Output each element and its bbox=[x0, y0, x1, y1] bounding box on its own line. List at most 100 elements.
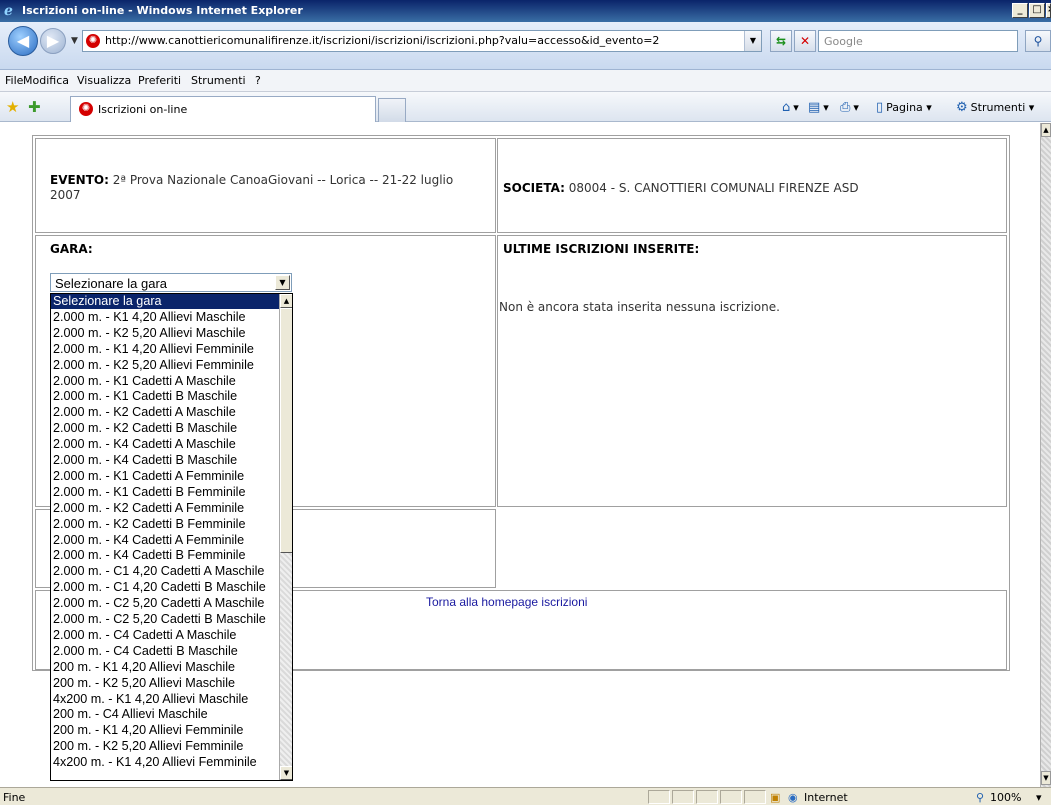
gara-option[interactable]: 2.000 m. - K4 Cadetti B Femminile bbox=[51, 548, 279, 563]
minimize-button[interactable]: _ bbox=[1012, 3, 1028, 18]
menu-preferiti[interactable]: Preferiti bbox=[138, 74, 181, 87]
gara-option[interactable]: 2.000 m. - C4 Cadetti A Maschile bbox=[51, 628, 279, 643]
menu-strumenti[interactable]: Strumenti bbox=[191, 74, 246, 87]
evento-cell: EVENTO: 2ª Prova Nazionale CanoaGiovani … bbox=[35, 138, 496, 233]
new-tab-button[interactable] bbox=[378, 98, 406, 122]
societa-label: SOCIETA: bbox=[503, 181, 565, 195]
zoom-icon[interactable]: ⚲ bbox=[976, 791, 984, 804]
gara-option[interactable]: 2.000 m. - C1 4,20 Cadetti B Maschile bbox=[51, 580, 279, 595]
page-scrollbar[interactable]: ▲ ▼ bbox=[1040, 123, 1051, 787]
site-favicon-icon: ✺ bbox=[86, 34, 100, 48]
gara-option[interactable]: 2.000 m. - K2 Cadetti B Maschile bbox=[51, 421, 279, 436]
chevron-down-icon[interactable]: ▼ bbox=[275, 275, 290, 290]
tools-menu[interactable]: ⚙ Strumenti ▾ bbox=[956, 100, 1034, 115]
forward-button[interactable]: ▶ bbox=[40, 28, 66, 54]
gara-option[interactable]: 200 m. - K1 4,20 Allievi Maschile bbox=[51, 660, 279, 675]
tab-iscrizioni[interactable]: ✺ Iscrizioni on-line bbox=[70, 96, 376, 122]
gara-option[interactable]: 2.000 m. - K4 Cadetti A Maschile bbox=[51, 437, 279, 452]
print-icon[interactable]: ⎙ ▾ bbox=[840, 100, 859, 115]
zone-label: Internet bbox=[804, 791, 848, 804]
societa-value: 08004 - S. CANOTTIERI COMUNALI FIRENZE A… bbox=[568, 181, 859, 195]
page-scroll-up-icon[interactable]: ▲ bbox=[1041, 123, 1051, 137]
home-icon[interactable]: ⌂ ▾ bbox=[782, 100, 799, 115]
ultime-label: ULTIME ISCRIZIONI INSERITE: bbox=[503, 242, 700, 256]
homepage-link[interactable]: Torna alla homepage iscrizioni bbox=[426, 595, 587, 609]
zoom-level[interactable]: 100% bbox=[990, 791, 1021, 804]
gara-option[interactable]: 2.000 m. - K1 Cadetti A Maschile bbox=[51, 374, 279, 389]
maximize-button[interactable]: □ bbox=[1029, 3, 1045, 18]
close-button[interactable]: × bbox=[1046, 3, 1051, 18]
address-dropdown-button[interactable]: ▼ bbox=[744, 31, 761, 51]
gara-option[interactable]: 200 m. - K1 4,20 Allievi Femminile bbox=[51, 723, 279, 738]
societa-cell: SOCIETA: 08004 - S. CANOTTIERI COMUNALI … bbox=[497, 138, 1007, 233]
title-bar: ℯ Iscrizioni on-line - Windows Internet … bbox=[0, 0, 1051, 22]
page-menu[interactable]: ▯ Pagina ▾ bbox=[876, 100, 932, 115]
zoom-dropdown-icon[interactable]: ▾ bbox=[1036, 791, 1042, 804]
protected-mode-icon[interactable]: ▣ bbox=[770, 791, 780, 804]
gara-option[interactable]: 2.000 m. - K1 4,20 Allievi Maschile bbox=[51, 310, 279, 325]
gara-option[interactable]: 2.000 m. - K1 Cadetti A Femminile bbox=[51, 469, 279, 484]
url-text: http://www.canottiericomunalifirenze.it/… bbox=[105, 34, 660, 47]
gara-select[interactable]: Selezionare la gara ▼ bbox=[50, 273, 292, 292]
evento-value: 2ª Prova Nazionale CanoaGiovani -- Loric… bbox=[50, 173, 454, 202]
scroll-up-icon[interactable]: ▲ bbox=[280, 294, 292, 308]
evento-label: EVENTO: bbox=[50, 173, 109, 187]
tab-favicon-icon: ✺ bbox=[79, 102, 93, 116]
dropdown-scrollbar[interactable]: ▲ ▼ bbox=[279, 294, 292, 780]
gara-option[interactable]: 2.000 m. - K1 Cadetti B Femminile bbox=[51, 485, 279, 500]
tools-menu-label: Strumenti bbox=[970, 101, 1026, 114]
scroll-down-icon[interactable]: ▼ bbox=[280, 766, 292, 780]
add-favorite-icon[interactable]: ✚ bbox=[28, 98, 41, 116]
status-pane bbox=[648, 790, 670, 804]
gara-option[interactable]: 2.000 m. - C1 4,20 Cadetti A Maschile bbox=[51, 564, 279, 579]
address-toolbar: ◀ ▶ ▼ ✺ http://www.canottiericomunalifir… bbox=[0, 22, 1051, 70]
favorites-star-icon[interactable]: ★ bbox=[6, 98, 19, 116]
ie-logo-icon: ℯ bbox=[4, 3, 13, 19]
gara-option[interactable]: 2.000 m. - K2 5,20 Allievi Femminile bbox=[51, 358, 279, 373]
menu-modifica[interactable]: Modifica bbox=[23, 74, 69, 87]
gara-option[interactable]: 2.000 m. - C4 Cadetti B Maschile bbox=[51, 644, 279, 659]
gara-option[interactable]: 200 m. - C4 Allievi Maschile bbox=[51, 707, 279, 722]
gara-option[interactable]: 2.000 m. - C2 5,20 Cadetti A Maschile bbox=[51, 596, 279, 611]
gara-option[interactable]: 2.000 m. - C2 5,20 Cadetti B Maschile bbox=[51, 612, 279, 627]
status-pane bbox=[720, 790, 742, 804]
gara-option[interactable]: 200 m. - K2 5,20 Allievi Maschile bbox=[51, 676, 279, 691]
ultime-empty-text: Non è ancora stata inserita nessuna iscr… bbox=[499, 300, 780, 314]
gara-option[interactable]: 2.000 m. - K4 Cadetti A Femminile bbox=[51, 533, 279, 548]
scroll-thumb[interactable] bbox=[280, 308, 292, 553]
back-button[interactable]: ◀ bbox=[8, 26, 38, 56]
gara-option[interactable]: 2.000 m. - K1 Cadetti B Maschile bbox=[51, 389, 279, 404]
gara-option[interactable]: 4x200 m. - K1 4,20 Allievi Femminile bbox=[51, 755, 279, 770]
internet-zone-icon: ◉ bbox=[788, 791, 798, 804]
ultime-cell: ULTIME ISCRIZIONI INSERITE: Non è ancora… bbox=[497, 235, 1007, 507]
address-field[interactable]: ✺ http://www.canottiericomunalifirenze.i… bbox=[82, 30, 762, 52]
page-scroll-down-icon[interactable]: ▼ bbox=[1041, 771, 1051, 785]
gara-option[interactable]: 200 m. - K2 5,20 Allievi Femminile bbox=[51, 739, 279, 754]
gara-option[interactable]: 2.000 m. - K2 Cadetti A Maschile bbox=[51, 405, 279, 420]
menu-visualizza[interactable]: Visualizza bbox=[77, 74, 131, 87]
gara-option[interactable]: 2.000 m. - K2 Cadetti B Femminile bbox=[51, 517, 279, 532]
search-icon[interactable]: ⚲ bbox=[1025, 30, 1051, 52]
status-text: Fine bbox=[3, 791, 26, 804]
tab-label: Iscrizioni on-line bbox=[98, 103, 188, 116]
gara-option[interactable]: 4x200 m. - K1 4,20 Allievi Maschile bbox=[51, 692, 279, 707]
status-pane bbox=[744, 790, 766, 804]
gara-option[interactable]: 2.000 m. - K4 Cadetti B Maschile bbox=[51, 453, 279, 468]
status-pane bbox=[672, 790, 694, 804]
page-menu-label: Pagina bbox=[886, 101, 923, 114]
search-input[interactable]: Google bbox=[818, 30, 1018, 52]
menu-file[interactable]: File bbox=[5, 74, 23, 87]
recent-pages-dropdown[interactable]: ▼ bbox=[71, 36, 78, 46]
feeds-icon[interactable]: ▤ ▾ bbox=[808, 100, 829, 115]
menu-help[interactable]: ? bbox=[255, 74, 261, 87]
refresh-button[interactable]: ⇆ bbox=[770, 30, 792, 52]
tab-bar: ★ ✚ ✺ Iscrizioni on-line ⌂ ▾ ▤ ▾ ⎙ ▾ ▯ Pagin… bbox=[0, 92, 1051, 122]
gara-label: GARA: bbox=[50, 242, 93, 256]
stop-button[interactable]: ✕ bbox=[794, 30, 816, 52]
gara-option[interactable]: 2.000 m. - K1 4,20 Allievi Femminile bbox=[51, 342, 279, 357]
page-content: EVENTO: 2ª Prova Nazionale CanoaGiovani … bbox=[0, 123, 1040, 787]
gara-option[interactable]: Selezionare la gara bbox=[51, 294, 279, 310]
gara-option[interactable]: 2.000 m. - K2 Cadetti A Femminile bbox=[51, 501, 279, 516]
gara-dropdown-list[interactable]: Selezionare la gara 2.000 m. - K1 4,20 Al… bbox=[50, 293, 293, 781]
gara-option[interactable]: 2.000 m. - K2 5,20 Allievi Maschile bbox=[51, 326, 279, 341]
